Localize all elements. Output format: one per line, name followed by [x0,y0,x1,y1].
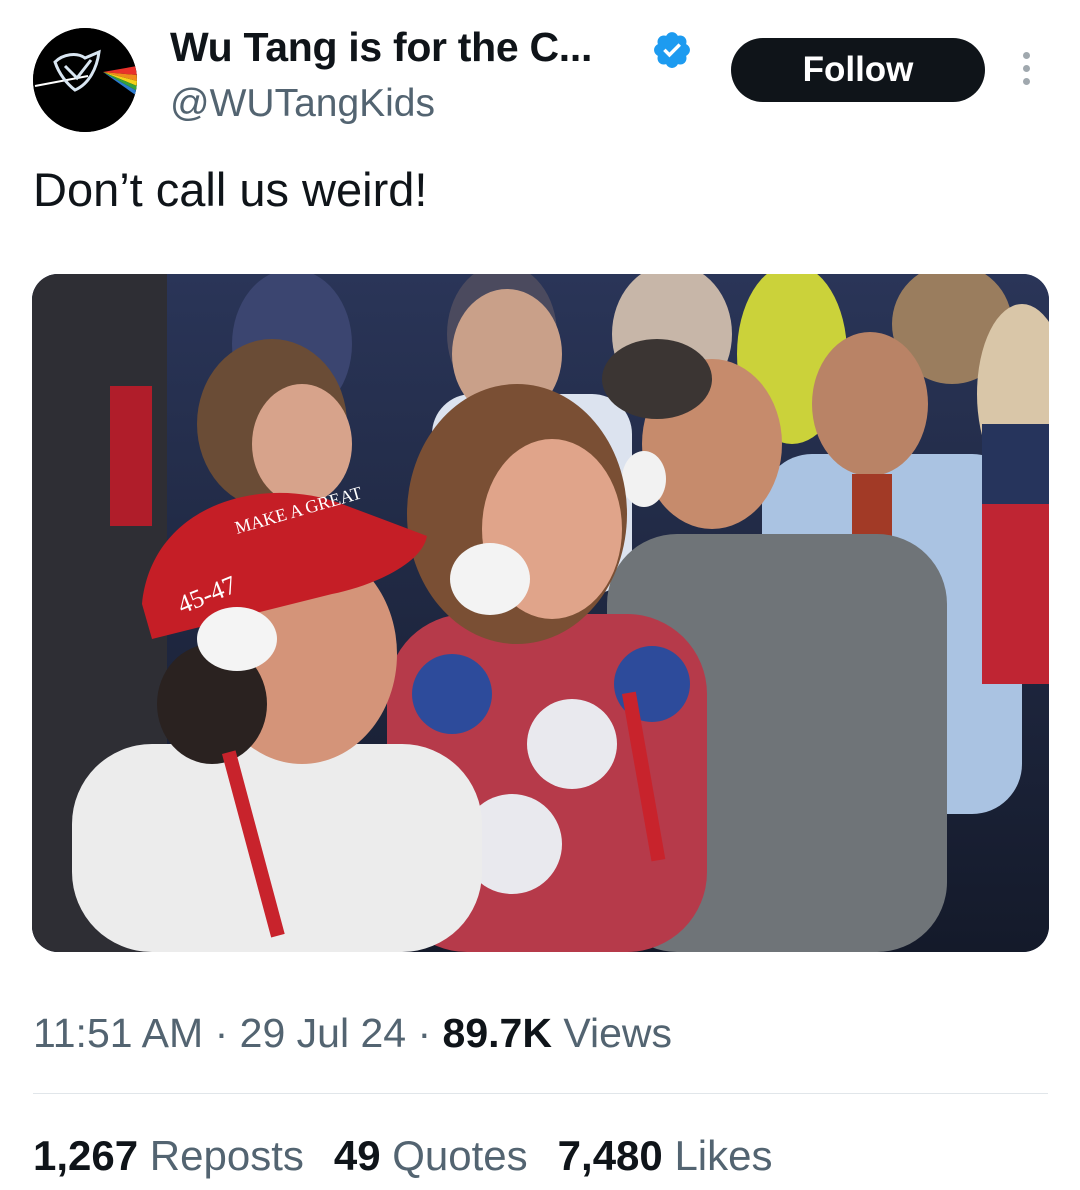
quotes-stat[interactable]: 49 Quotes [334,1132,528,1179]
reposts-stat[interactable]: 1,267 Reposts [33,1132,304,1179]
views-count: 89.7K [442,1010,552,1056]
likes-label: Likes [674,1132,773,1179]
author-avatar[interactable] [33,28,137,132]
likes-stat[interactable]: 7,480 Likes [558,1132,773,1179]
tweet-date[interactable]: 29 Jul 24 [240,1010,406,1056]
reposts-label: Reposts [149,1132,304,1179]
meta-separator: · [417,1010,432,1056]
tweet-photo[interactable]: 45-47 MAKE A GREAT [32,274,1049,952]
engagement-stats: 1,267 Reposts 49 Quotes 7,480 Likes [33,1132,773,1180]
divider [33,1093,1048,1094]
verified-badge-icon [654,32,690,68]
reposts-count: 1,267 [33,1132,139,1179]
likes-count: 7,480 [557,1132,663,1179]
meta-separator: · [214,1010,229,1056]
wu-tang-prism-logo-icon [33,28,137,132]
quotes-label: Quotes [392,1132,528,1179]
crowd-photo-illustration: 45-47 MAKE A GREAT [32,274,1049,952]
tweet-text: Don’t call us weird! [33,163,428,216]
author-handle[interactable]: @WUTangKids [170,82,435,126]
quotes-count: 49 [333,1132,381,1179]
tweet-meta: 11:51 AM · 29 Jul 24 · 89.7K Views [33,1010,672,1057]
follow-button[interactable]: Follow [731,38,985,102]
author-display-name[interactable]: Wu Tang is for the C... [170,24,592,71]
more-options-icon[interactable] [1016,52,1036,88]
views-label: Views [563,1010,672,1056]
tweet-time[interactable]: 11:51 AM [33,1010,203,1056]
